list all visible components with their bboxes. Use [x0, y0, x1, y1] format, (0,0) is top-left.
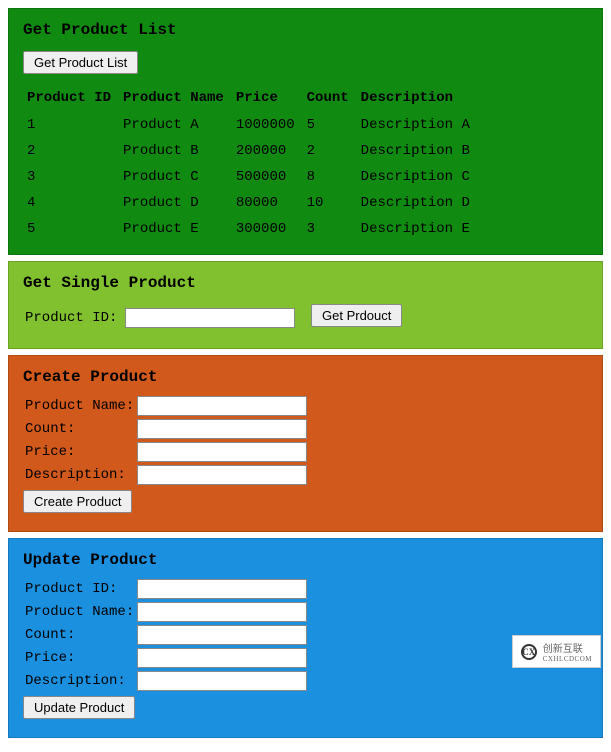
cell-id: 5: [27, 216, 123, 242]
get-product-list-panel: Get Product List Get Product List Produc…: [8, 8, 603, 255]
watermark: CX 创新互联 CXHLCDCOM: [512, 635, 601, 668]
cell-count: 3: [307, 216, 361, 242]
col-product-id: Product ID: [27, 84, 123, 112]
col-price: Price: [236, 84, 307, 112]
watermark-brand: 创新互联: [543, 640, 592, 655]
update-desc-row: Description:: [25, 671, 592, 691]
update-price-row: Price:: [25, 648, 592, 668]
update-count-label: Count:: [25, 627, 137, 643]
table-row: 3Product C5000008Description C: [27, 164, 482, 190]
cell-price: 500000: [236, 164, 307, 190]
create-product-button[interactable]: Create Product: [23, 490, 132, 513]
update-desc-input[interactable]: [137, 671, 307, 691]
col-count: Count: [307, 84, 361, 112]
table-row: 4Product D8000010Description D: [27, 190, 482, 216]
cell-id: 1: [27, 112, 123, 138]
table-row: 1Product A10000005Description A: [27, 112, 482, 138]
cell-id: 4: [27, 190, 123, 216]
watermark-sub: CXHLCDCOM: [543, 655, 592, 663]
cell-desc: Description D: [361, 190, 482, 216]
create-desc-input[interactable]: [137, 465, 307, 485]
single-product-row: Product ID: Get Prdouct: [25, 302, 592, 333]
watermark-logo-icon: CX: [521, 644, 537, 660]
table-row: 2Product B2000002Description B: [27, 138, 482, 164]
watermark-text: 创新互联 CXHLCDCOM: [543, 640, 592, 663]
create-name-row: Product Name:: [25, 396, 592, 416]
cell-id: 2: [27, 138, 123, 164]
create-product-title: Create Product: [23, 368, 592, 386]
update-price-input[interactable]: [137, 648, 307, 668]
update-count-input[interactable]: [137, 625, 307, 645]
cell-name: Product A: [123, 112, 236, 138]
table-header-row: Product ID Product Name Price Count Desc…: [27, 84, 482, 112]
create-name-input[interactable]: [137, 396, 307, 416]
cell-price: 80000: [236, 190, 307, 216]
cell-price: 1000000: [236, 112, 307, 138]
get-product-list-title: Get Product List: [23, 21, 592, 39]
create-price-input[interactable]: [137, 442, 307, 462]
update-product-title: Update Product: [23, 551, 592, 569]
get-single-product-title: Get Single Product: [23, 274, 592, 292]
update-product-button[interactable]: Update Product: [23, 696, 135, 719]
cell-count: 5: [307, 112, 361, 138]
cell-name: Product C: [123, 164, 236, 190]
cell-id: 3: [27, 164, 123, 190]
cell-desc: Description B: [361, 138, 482, 164]
cell-count: 2: [307, 138, 361, 164]
single-product-id-input[interactable]: [125, 308, 295, 328]
product-table: Product ID Product Name Price Count Desc…: [27, 84, 482, 242]
table-row: 5Product E3000003Description E: [27, 216, 482, 242]
cell-name: Product D: [123, 190, 236, 216]
cell-name: Product B: [123, 138, 236, 164]
create-name-label: Product Name:: [25, 398, 137, 414]
get-single-product-panel: Get Single Product Product ID: Get Prdou…: [8, 261, 603, 349]
update-name-row: Product Name:: [25, 602, 592, 622]
single-product-id-label: Product ID:: [25, 310, 125, 326]
get-product-list-button[interactable]: Get Product List: [23, 51, 138, 74]
create-desc-label: Description:: [25, 467, 137, 483]
update-id-label: Product ID:: [25, 581, 137, 597]
create-desc-row: Description:: [25, 465, 592, 485]
create-product-panel: Create Product Product Name: Count: Pric…: [8, 355, 603, 532]
update-id-input[interactable]: [137, 579, 307, 599]
update-desc-label: Description:: [25, 673, 137, 689]
cell-count: 10: [307, 190, 361, 216]
create-count-row: Count:: [25, 419, 592, 439]
col-product-name: Product Name: [123, 84, 236, 112]
col-description: Description: [361, 84, 482, 112]
update-price-label: Price:: [25, 650, 137, 666]
create-price-label: Price:: [25, 444, 137, 460]
cell-desc: Description E: [361, 216, 482, 242]
update-name-input[interactable]: [137, 602, 307, 622]
cell-price: 200000: [236, 138, 307, 164]
get-product-button[interactable]: Get Prdouct: [311, 304, 402, 327]
cell-desc: Description A: [361, 112, 482, 138]
create-count-label: Count:: [25, 421, 137, 437]
update-name-label: Product Name:: [25, 604, 137, 620]
create-price-row: Price:: [25, 442, 592, 462]
cell-name: Product E: [123, 216, 236, 242]
update-count-row: Count:: [25, 625, 592, 645]
update-id-row: Product ID:: [25, 579, 592, 599]
cell-price: 300000: [236, 216, 307, 242]
cell-count: 8: [307, 164, 361, 190]
cell-desc: Description C: [361, 164, 482, 190]
create-count-input[interactable]: [137, 419, 307, 439]
